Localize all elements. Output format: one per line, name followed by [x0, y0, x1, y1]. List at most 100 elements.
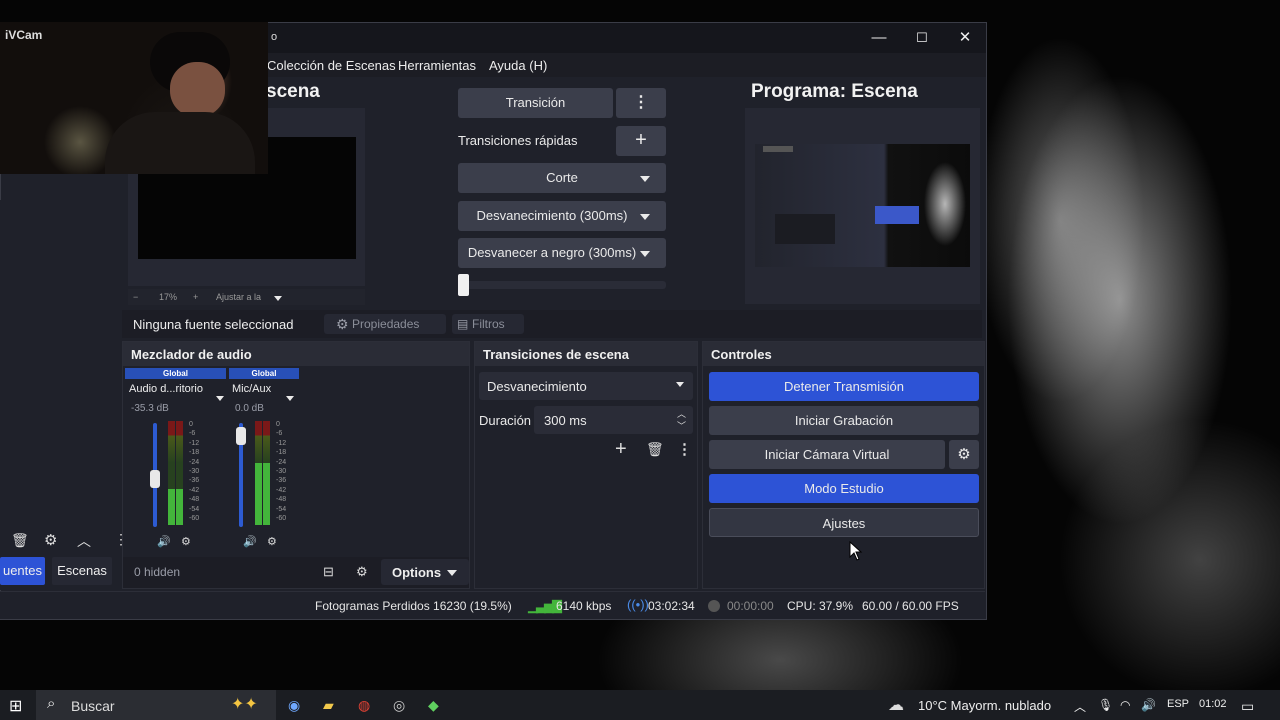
- notifications-icon[interactable]: ▭: [1241, 698, 1254, 715]
- zoom-in-button[interactable]: +: [193, 292, 198, 302]
- channel-name: Audio d...ritorio: [129, 383, 203, 395]
- windows-start-icon[interactable]: ⊞: [9, 696, 22, 716]
- volume-icon[interactable]: 🔊: [1141, 698, 1156, 712]
- filters-button[interactable]: ▤ Filtros: [452, 314, 524, 334]
- channel-db: 0.0 dB: [235, 403, 264, 414]
- level-meter: [263, 421, 270, 525]
- quick-transitions-label: Transiciones rápidas: [458, 133, 578, 148]
- transition-more-button[interactable]: ⋮: [616, 88, 666, 118]
- add-quick-transition-button[interactable]: +: [616, 126, 666, 156]
- speaker-icon[interactable]: 🔊: [243, 535, 257, 548]
- dropdown-icon: [640, 238, 650, 268]
- duration-spinbox[interactable]: 300 ms ︿ ﹀: [534, 406, 693, 434]
- quick-transition-cut[interactable]: Corte: [458, 163, 666, 193]
- file-explorer-icon[interactable]: ▰: [323, 697, 334, 714]
- channel-settings-icon[interactable]: ⚙: [267, 535, 277, 548]
- kebab-menu-icon[interactable]: ⋮: [677, 440, 692, 458]
- tab-sources[interactable]: uentes: [0, 557, 45, 585]
- taskbar-search[interactable]: ⌕ Buscar ✦✦: [36, 690, 276, 720]
- filter-icon: ▤: [457, 317, 469, 331]
- channel-tag: Global: [229, 368, 299, 379]
- add-transition-icon[interactable]: +: [615, 438, 627, 461]
- app-icon[interactable]: ◆: [428, 697, 439, 714]
- meter-scale-tick: -24: [189, 458, 200, 466]
- level-meter: [168, 421, 175, 525]
- speaker-icon[interactable]: 🔊: [157, 535, 171, 548]
- dropdown-icon: [447, 563, 457, 581]
- meter-scale-tick: -48: [189, 496, 200, 504]
- quick-transition-fade-black[interactable]: Desvanecer a negro (300ms): [458, 238, 666, 268]
- audio-mixer-title: Mezclador de audio: [123, 342, 469, 366]
- record-time: 00:00:00: [727, 599, 774, 613]
- minimize-button[interactable]: —: [868, 27, 890, 49]
- fps: 60.00 / 60.00 FPS: [862, 599, 959, 613]
- channel-settings-icon[interactable]: ⚙: [181, 535, 191, 548]
- meter-scale: 0 -6 -12 -18 -24 -30 -36 -42 -48 -54 -60: [276, 421, 286, 524]
- copilot-icon[interactable]: ◉: [288, 697, 300, 714]
- weather-text[interactable]: 10°C Mayorm. nublado: [918, 698, 1051, 713]
- tbar-slider-track[interactable]: [458, 281, 666, 289]
- volume-fader-handle[interactable]: [150, 470, 160, 488]
- stream-time: 03:02:34: [648, 599, 695, 613]
- meter-scale-tick: -12: [189, 439, 200, 447]
- dropdown-icon: [676, 375, 684, 390]
- search-placeholder: Buscar: [71, 698, 115, 714]
- level-meter: [255, 421, 262, 525]
- quick-transition-label: Desvanecer a negro (300ms): [467, 245, 637, 260]
- obs-icon[interactable]: ◎: [393, 697, 405, 714]
- tab-scenes[interactable]: Escenas: [52, 557, 112, 585]
- transition-button-label: Transición: [505, 95, 566, 110]
- close-button[interactable]: ✕: [954, 27, 976, 49]
- zoom-out-button[interactable]: −: [133, 292, 138, 302]
- language-indicator[interactable]: ESP: [1167, 698, 1189, 710]
- no-source-selected-text: Ninguna fuente seleccionad: [133, 317, 294, 332]
- menu-help[interactable]: Ayuda (H): [489, 58, 547, 73]
- channel-tag: Global: [125, 368, 226, 379]
- settings-button[interactable]: Ajustes: [709, 508, 979, 537]
- gear-icon[interactable]: ⚙: [44, 531, 57, 549]
- spin-down-icon[interactable]: ﹀: [677, 419, 686, 432]
- trash-icon[interactable]: 🗑: [646, 441, 664, 458]
- channel-menu-icon[interactable]: [286, 388, 294, 406]
- microphone-icon[interactable]: 🎙: [1098, 698, 1113, 712]
- virtual-camera-settings-button[interactable]: ⚙: [949, 440, 979, 469]
- gear-icon: ⚙: [957, 446, 971, 463]
- meter-scale-tick: -60: [189, 514, 200, 522]
- properties-button[interactable]: ⚙ Propiedades: [324, 314, 446, 334]
- start-virtual-camera-button[interactable]: Iniciar Cámara Virtual: [709, 440, 945, 469]
- taskbar: ⊞ ⌕ Buscar ✦✦ ◉ ▰ ◍ ◎ ◆ ☁ 10°C Mayorm. n…: [0, 690, 1280, 720]
- wifi-icon[interactable]: ◠: [1120, 698, 1130, 712]
- maximize-button[interactable]: ☐: [911, 27, 933, 49]
- stop-stream-button[interactable]: Detener Transmisión: [709, 372, 979, 401]
- program-screenshot: [755, 144, 970, 267]
- menu-tools[interactable]: Herramientas: [398, 58, 476, 73]
- properties-button-label: Propiedades: [352, 317, 420, 331]
- tbar-slider-handle[interactable]: [458, 274, 469, 296]
- gear-icon: ⚙: [336, 316, 349, 332]
- transition-select[interactable]: Desvanecimiento: [479, 372, 693, 400]
- advanced-audio-icon[interactable]: ⚙: [356, 564, 368, 580]
- fit-dropdown-icon[interactable]: [274, 293, 282, 303]
- channel-menu-icon[interactable]: [216, 388, 224, 406]
- streaming-icon: ((•)): [627, 597, 649, 612]
- trash-icon[interactable]: 🗑: [11, 532, 29, 549]
- start-recording-button[interactable]: Iniciar Grabación: [709, 406, 979, 435]
- person-face: [170, 62, 225, 117]
- webcam-overlay: [0, 22, 268, 174]
- layout-toggle-icon[interactable]: ⊟: [323, 564, 334, 580]
- chevron-up-icon[interactable]: ︿: [77, 531, 91, 551]
- volume-fader-handle[interactable]: [236, 427, 246, 445]
- meter-scale-tick: 0: [276, 421, 280, 428]
- quick-transition-fade[interactable]: Desvanecimiento (300ms): [458, 201, 666, 231]
- options-button[interactable]: Options: [381, 559, 469, 585]
- tray-expand-icon[interactable]: ︿: [1074, 698, 1086, 715]
- channel-db: -35.3 dB: [131, 403, 169, 414]
- fit-select[interactable]: Ajustar a la: [216, 292, 261, 302]
- menu-scene-collection[interactable]: Colección de Escenas: [267, 58, 396, 73]
- studio-mode-button[interactable]: Modo Estudio: [709, 474, 979, 503]
- transition-button[interactable]: Transición: [458, 88, 613, 118]
- chrome-icon[interactable]: ◍: [358, 697, 370, 714]
- mouse-cursor-icon: [849, 541, 863, 561]
- program-title: Programa: Escena: [751, 81, 918, 102]
- clock[interactable]: 01:02: [1199, 698, 1227, 710]
